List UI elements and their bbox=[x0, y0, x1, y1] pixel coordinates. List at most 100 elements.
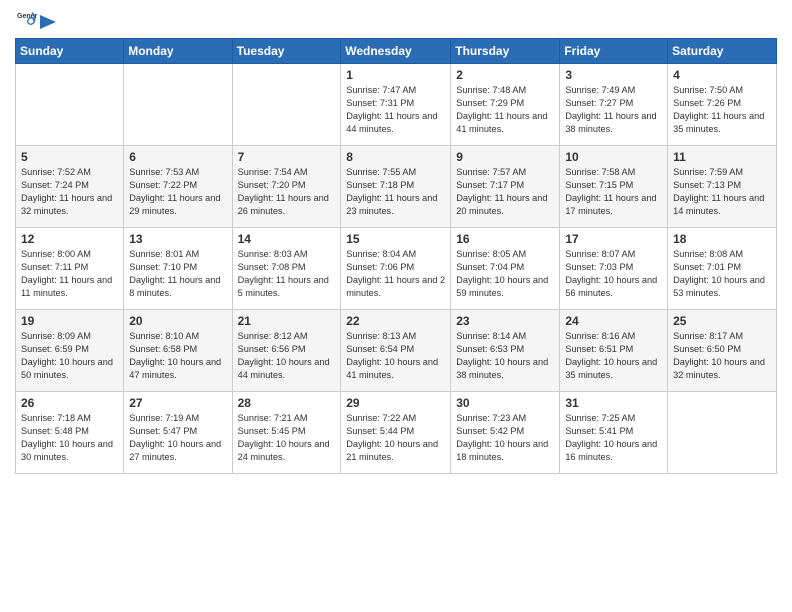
calendar-cell: 11 Sunrise: 7:59 AM Sunset: 7:13 PM Dayli… bbox=[668, 146, 777, 228]
calendar-cell: 9 Sunrise: 7:57 AM Sunset: 7:17 PM Daylig… bbox=[451, 146, 560, 228]
day-info: Sunrise: 7:19 AM Sunset: 5:47 PM Dayligh… bbox=[129, 412, 226, 464]
logo-icon: General bbox=[17, 10, 37, 30]
day-info: Sunrise: 8:14 AM Sunset: 6:53 PM Dayligh… bbox=[456, 330, 554, 382]
calendar-cell: 28 Sunrise: 7:21 AM Sunset: 5:45 PM Dayli… bbox=[232, 392, 341, 474]
day-number: 14 bbox=[238, 232, 336, 246]
week-row-5: 26 Sunrise: 7:18 AM Sunset: 5:48 PM Dayli… bbox=[16, 392, 777, 474]
calendar-cell: 31 Sunrise: 7:25 AM Sunset: 5:41 PM Dayli… bbox=[560, 392, 668, 474]
day-number: 23 bbox=[456, 314, 554, 328]
day-number: 11 bbox=[673, 150, 771, 164]
calendar-cell: 24Sunrise: 8:16 AM Sunset: 6:51 PM Dayli… bbox=[560, 310, 668, 392]
day-info: Sunrise: 7:49 AM Sunset: 7:27 PM Dayligh… bbox=[565, 84, 662, 136]
calendar-cell: 20 Sunrise: 8:10 AM Sunset: 6:58 PM Dayli… bbox=[124, 310, 232, 392]
calendar-cell: 4 Sunrise: 7:50 AM Sunset: 7:26 PM Daylig… bbox=[668, 64, 777, 146]
day-number: 31 bbox=[565, 396, 662, 410]
calendar-cell: 21 Sunrise: 8:12 AM Sunset: 6:56 PM Dayli… bbox=[232, 310, 341, 392]
day-number: 28 bbox=[238, 396, 336, 410]
calendar-cell: 27 Sunrise: 7:19 AM Sunset: 5:47 PM Dayli… bbox=[124, 392, 232, 474]
calendar-cell: 8 Sunrise: 7:55 AM Sunset: 7:18 PM Daylig… bbox=[341, 146, 451, 228]
day-info: Sunrise: 8:17 AM Sunset: 6:50 PM Dayligh… bbox=[673, 330, 771, 382]
day-number: 19 bbox=[21, 314, 118, 328]
page: General SundayMondayTuesdayWednesdayThur… bbox=[0, 0, 792, 612]
calendar-cell: 17Sunrise: 8:07 AM Sunset: 7:03 PM Dayli… bbox=[560, 228, 668, 310]
calendar-cell: 26 Sunrise: 7:18 AM Sunset: 5:48 PM Dayli… bbox=[16, 392, 124, 474]
calendar-cell bbox=[16, 64, 124, 146]
day-number: 12 bbox=[21, 232, 118, 246]
day-number: 2 bbox=[456, 68, 554, 82]
calendar-cell: 14 Sunrise: 8:03 AM Sunset: 7:08 PM Dayli… bbox=[232, 228, 341, 310]
day-info: Sunrise: 7:18 AM Sunset: 5:48 PM Dayligh… bbox=[21, 412, 118, 464]
day-info: Sunrise: 8:10 AM Sunset: 6:58 PM Dayligh… bbox=[129, 330, 226, 382]
day-number: 27 bbox=[129, 396, 226, 410]
day-number: 3 bbox=[565, 68, 662, 82]
calendar-cell bbox=[232, 64, 341, 146]
week-row-2: 5 Sunrise: 7:52 AM Sunset: 7:24 PM Daylig… bbox=[16, 146, 777, 228]
day-number: 1 bbox=[346, 68, 445, 82]
day-info: Sunrise: 7:48 AM Sunset: 7:29 PM Dayligh… bbox=[456, 84, 554, 136]
day-info: Sunrise: 7:25 AM Sunset: 5:41 PM Dayligh… bbox=[565, 412, 662, 464]
day-info: Sunrise: 7:55 AM Sunset: 7:18 PM Dayligh… bbox=[346, 166, 445, 218]
day-info: Sunrise: 8:12 AM Sunset: 6:56 PM Dayligh… bbox=[238, 330, 336, 382]
day-info: Sunrise: 8:07 AM Sunset: 7:03 PM Dayligh… bbox=[565, 248, 662, 300]
day-number: 21 bbox=[238, 314, 336, 328]
day-number: 29 bbox=[346, 396, 445, 410]
day-number: 25 bbox=[673, 314, 771, 328]
week-row-4: 19 Sunrise: 8:09 AM Sunset: 6:59 PM Dayli… bbox=[16, 310, 777, 392]
calendar-cell: 2 Sunrise: 7:48 AM Sunset: 7:29 PM Daylig… bbox=[451, 64, 560, 146]
day-info: Sunrise: 7:47 AM Sunset: 7:31 PM Dayligh… bbox=[346, 84, 445, 136]
day-info: Sunrise: 7:59 AM Sunset: 7:13 PM Dayligh… bbox=[673, 166, 771, 218]
calendar-cell bbox=[668, 392, 777, 474]
weekday-header-tuesday: Tuesday bbox=[232, 39, 341, 64]
header: General bbox=[15, 10, 777, 30]
logo: General bbox=[15, 10, 59, 30]
day-number: 9 bbox=[456, 150, 554, 164]
day-info: Sunrise: 8:05 AM Sunset: 7:04 PM Dayligh… bbox=[456, 248, 554, 300]
calendar-cell: 3 Sunrise: 7:49 AM Sunset: 7:27 PM Daylig… bbox=[560, 64, 668, 146]
calendar-cell bbox=[124, 64, 232, 146]
day-number: 30 bbox=[456, 396, 554, 410]
day-number: 26 bbox=[21, 396, 118, 410]
day-number: 5 bbox=[21, 150, 118, 164]
calendar-cell: 22Sunrise: 8:13 AM Sunset: 6:54 PM Dayli… bbox=[341, 310, 451, 392]
day-number: 10 bbox=[565, 150, 662, 164]
day-info: Sunrise: 7:23 AM Sunset: 5:42 PM Dayligh… bbox=[456, 412, 554, 464]
calendar-cell: 1 Sunrise: 7:47 AM Sunset: 7:31 PM Daylig… bbox=[341, 64, 451, 146]
day-info: Sunrise: 7:54 AM Sunset: 7:20 PM Dayligh… bbox=[238, 166, 336, 218]
weekday-header-thursday: Thursday bbox=[451, 39, 560, 64]
calendar-cell: 15Sunrise: 8:04 AM Sunset: 7:06 PM Dayli… bbox=[341, 228, 451, 310]
week-row-3: 12 Sunrise: 8:00 AM Sunset: 7:11 PM Dayli… bbox=[16, 228, 777, 310]
day-number: 22 bbox=[346, 314, 445, 328]
day-info: Sunrise: 8:00 AM Sunset: 7:11 PM Dayligh… bbox=[21, 248, 118, 300]
day-info: Sunrise: 8:03 AM Sunset: 7:08 PM Dayligh… bbox=[238, 248, 336, 300]
day-number: 20 bbox=[129, 314, 226, 328]
day-number: 4 bbox=[673, 68, 771, 82]
day-number: 18 bbox=[673, 232, 771, 246]
calendar-cell: 25 Sunrise: 8:17 AM Sunset: 6:50 PM Dayli… bbox=[668, 310, 777, 392]
weekday-header-friday: Friday bbox=[560, 39, 668, 64]
day-number: 7 bbox=[238, 150, 336, 164]
day-info: Sunrise: 7:57 AM Sunset: 7:17 PM Dayligh… bbox=[456, 166, 554, 218]
day-info: Sunrise: 7:21 AM Sunset: 5:45 PM Dayligh… bbox=[238, 412, 336, 464]
calendar-cell: 6Sunrise: 7:53 AM Sunset: 7:22 PM Daylig… bbox=[124, 146, 232, 228]
calendar-cell: 29Sunrise: 7:22 AM Sunset: 5:44 PM Dayli… bbox=[341, 392, 451, 474]
calendar-cell: 7 Sunrise: 7:54 AM Sunset: 7:20 PM Daylig… bbox=[232, 146, 341, 228]
calendar-cell: 5 Sunrise: 7:52 AM Sunset: 7:24 PM Daylig… bbox=[16, 146, 124, 228]
calendar-cell: 12 Sunrise: 8:00 AM Sunset: 7:11 PM Dayli… bbox=[16, 228, 124, 310]
weekday-header-row: SundayMondayTuesdayWednesdayThursdayFrid… bbox=[16, 39, 777, 64]
week-row-1: 1 Sunrise: 7:47 AM Sunset: 7:31 PM Daylig… bbox=[16, 64, 777, 146]
day-number: 24 bbox=[565, 314, 662, 328]
day-number: 8 bbox=[346, 150, 445, 164]
weekday-header-sunday: Sunday bbox=[16, 39, 124, 64]
calendar-cell: 16 Sunrise: 8:05 AM Sunset: 7:04 PM Dayli… bbox=[451, 228, 560, 310]
day-info: Sunrise: 7:53 AM Sunset: 7:22 PM Dayligh… bbox=[129, 166, 226, 218]
weekday-header-wednesday: Wednesday bbox=[341, 39, 451, 64]
weekday-header-saturday: Saturday bbox=[668, 39, 777, 64]
day-number: 16 bbox=[456, 232, 554, 246]
day-info: Sunrise: 8:09 AM Sunset: 6:59 PM Dayligh… bbox=[21, 330, 118, 382]
day-number: 15 bbox=[346, 232, 445, 246]
day-info: Sunrise: 7:52 AM Sunset: 7:24 PM Dayligh… bbox=[21, 166, 118, 218]
day-info: Sunrise: 7:50 AM Sunset: 7:26 PM Dayligh… bbox=[673, 84, 771, 136]
day-info: Sunrise: 8:01 AM Sunset: 7:10 PM Dayligh… bbox=[129, 248, 226, 300]
calendar-cell: 18 Sunrise: 8:08 AM Sunset: 7:01 PM Dayli… bbox=[668, 228, 777, 310]
day-info: Sunrise: 8:08 AM Sunset: 7:01 PM Dayligh… bbox=[673, 248, 771, 300]
